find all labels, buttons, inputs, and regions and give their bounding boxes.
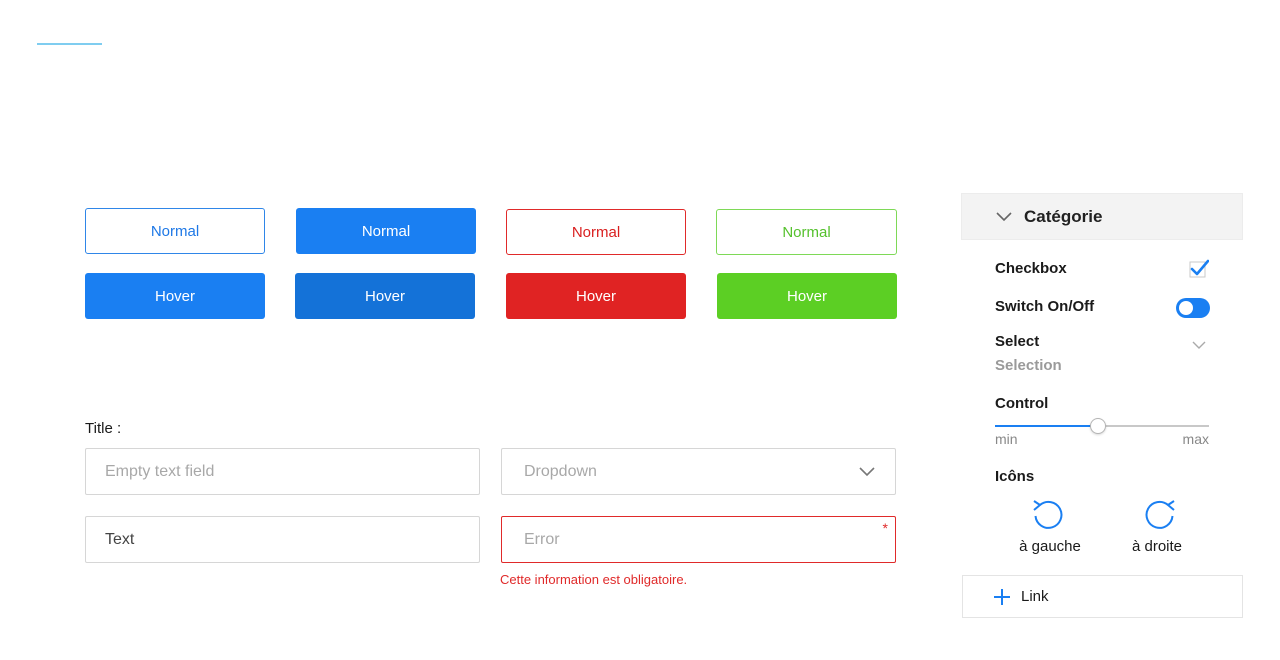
add-link-button[interactable]: Link — [962, 575, 1243, 618]
required-asterisk: * — [882, 520, 888, 536]
normal-outline-green-button[interactable]: Normal — [716, 209, 897, 255]
checkbox-label: Checkbox — [995, 260, 1067, 277]
switch-label: Switch On/Off — [995, 298, 1095, 315]
top-accent-line — [37, 43, 102, 45]
checkbox[interactable] — [1189, 259, 1210, 279]
rotate-right-label: à droite — [1131, 538, 1183, 555]
text-field[interactable]: Text — [85, 516, 480, 563]
link-label: Link — [1021, 588, 1049, 605]
rotate-left-label: à gauche — [1019, 538, 1081, 555]
category-label: Catégorie — [1024, 206, 1103, 226]
empty-text-placeholder: Empty text field — [105, 462, 215, 480]
rotate-right-icon[interactable] — [1143, 497, 1177, 531]
toggle-switch[interactable] — [1176, 298, 1210, 318]
slider-min-label: min — [995, 431, 1018, 447]
normal-outline-blue-button[interactable]: Normal — [85, 208, 265, 254]
hover-blue-button[interactable]: Hover — [85, 273, 265, 319]
hover-dark-blue-button[interactable]: Hover — [295, 273, 475, 319]
form-title: Title : — [85, 420, 122, 437]
checkmark-icon — [1189, 259, 1210, 278]
hover-green-button[interactable]: Hover — [717, 273, 897, 319]
dropdown-field[interactable]: Dropdown — [501, 448, 896, 495]
error-field-placeholder: Error — [524, 530, 560, 548]
chevron-down-icon — [996, 211, 1012, 222]
rotate-left-icon[interactable] — [1031, 497, 1065, 531]
dropdown-placeholder: Dropdown — [524, 462, 597, 480]
select-value[interactable]: Selection — [995, 357, 1062, 374]
error-message: Cette information est obligatoire. — [500, 572, 688, 587]
slider-fill — [995, 425, 1098, 427]
normal-outline-red-button[interactable]: Normal — [506, 209, 686, 255]
category-header[interactable]: Catégorie — [961, 193, 1243, 240]
error-field[interactable]: Error * — [501, 516, 896, 563]
text-field-value: Text — [105, 530, 135, 548]
empty-text-field[interactable]: Empty text field — [85, 448, 480, 495]
plus-icon — [993, 588, 1011, 606]
control-label: Control — [995, 395, 1049, 412]
slider-thumb[interactable] — [1090, 418, 1106, 434]
normal-solid-blue-button[interactable]: Normal — [296, 208, 476, 254]
icons-label: Icôns — [995, 468, 1035, 485]
select-chevron-down-icon[interactable] — [1192, 337, 1206, 355]
switch-knob — [1179, 301, 1193, 315]
select-label: Select — [995, 333, 1040, 350]
slider-max-label: max — [1182, 431, 1209, 447]
chevron-down-icon — [859, 464, 875, 482]
hover-red-button[interactable]: Hover — [506, 273, 686, 319]
